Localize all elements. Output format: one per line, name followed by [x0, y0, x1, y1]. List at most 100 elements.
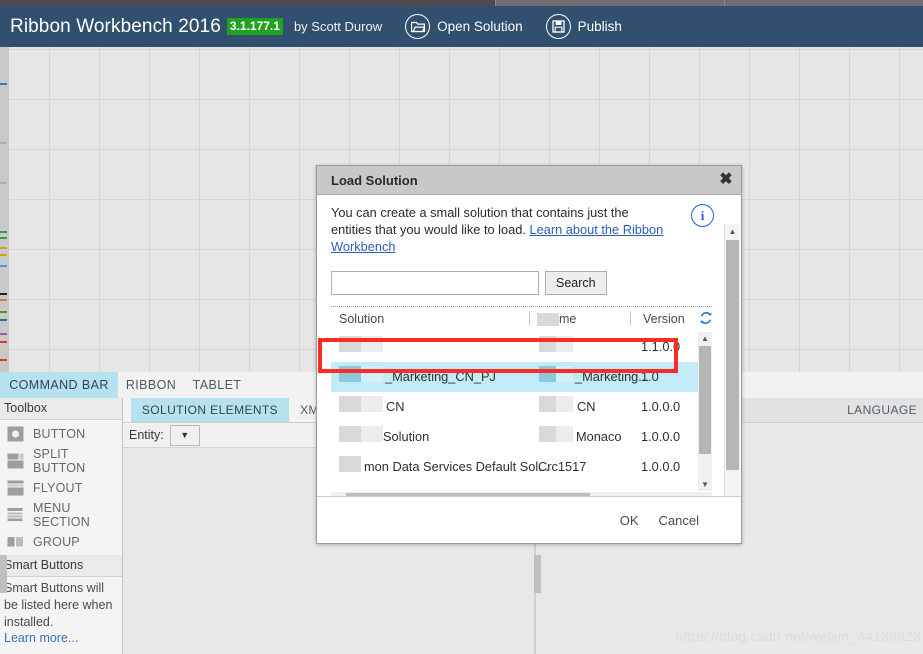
close-icon[interactable]: ✖	[715, 168, 737, 190]
dialog-body: You can create a small solution that con…	[317, 195, 741, 519]
cell-solution: _Marketing_CN_PJ	[385, 369, 496, 384]
cancel-button[interactable]: Cancel	[649, 509, 709, 532]
toolbox-item-button-label: BUTTON	[33, 426, 86, 441]
dialog-footer: OK Cancel	[317, 496, 741, 543]
table-row[interactable]: 1.1.0.0	[331, 332, 712, 362]
tab-command-bar[interactable]: COMMAND BAR	[0, 372, 118, 398]
cell-solution: Solution	[383, 429, 430, 444]
cell-version: 1.0.0.0	[641, 399, 681, 414]
column-header-solution[interactable]: Solution	[339, 312, 384, 326]
redaction-block	[556, 396, 573, 412]
watermark: https://blog.csdn.net/weixin_44136823	[675, 628, 921, 644]
tab-command-bar-label: COMMAND BAR	[9, 378, 109, 392]
toolbox-item-menu-section[interactable]: MENU SECTION	[0, 500, 122, 529]
open-solution-button[interactable]: Open Solution	[405, 14, 523, 39]
redaction-block	[361, 426, 383, 442]
entity-label: Entity:	[129, 428, 164, 442]
toolbox-item-group[interactable]: GROUP	[0, 528, 122, 555]
grid-header: Solution me Version	[331, 309, 727, 331]
redaction-block	[361, 396, 383, 412]
version-badge: 3.1.177.1	[226, 18, 283, 35]
search-button[interactable]: Search	[545, 271, 607, 295]
left-panel-splitter-handle[interactable]	[0, 555, 7, 593]
info-icon[interactable]: i	[691, 204, 714, 227]
dialog-title: Load Solution	[331, 172, 418, 188]
right-panel-splitter-handle[interactable]	[534, 555, 541, 593]
tab-solution-elements-label: SOLUTION ELEMENTS	[141, 403, 279, 417]
tab-ribbon[interactable]: RIBBON	[118, 372, 184, 398]
redaction-block	[339, 366, 361, 382]
group-shape-icon	[7, 534, 24, 550]
tab-tablet-label: TABLET	[192, 378, 242, 392]
redaction-block	[539, 336, 556, 352]
search-input[interactable]	[331, 271, 539, 295]
cell-solution: CN	[386, 399, 405, 414]
redaction-block	[539, 426, 556, 442]
flyout-shape-icon	[7, 480, 24, 496]
column-header-version[interactable]: Version	[643, 312, 685, 326]
table-row[interactable]: mon Data Services Default Sol... Crc1517…	[331, 452, 712, 482]
tab-solution-elements[interactable]: SOLUTION ELEMENTS	[131, 398, 289, 422]
menu-section-shape-icon	[7, 507, 24, 523]
dialog-vertical-scrollbar[interactable]: ▲ ▼	[724, 224, 740, 519]
dialog-scroll-up-icon[interactable]: ▲	[725, 224, 740, 239]
cell-name: Crc1517	[538, 459, 587, 474]
toolbox-item-flyout-label: FLYOUT	[33, 480, 83, 495]
open-solution-label: Open Solution	[437, 19, 523, 34]
chevron-down-icon: ▼	[180, 430, 190, 440]
cell-name: CN	[577, 399, 596, 414]
cell-solution: mon Data Services Default Sol...	[364, 459, 549, 474]
table-row[interactable]: _Marketing_CN_PJ _Marketing... 1.0	[331, 362, 712, 392]
redaction-block	[556, 426, 573, 442]
redaction-block	[556, 336, 573, 352]
scroll-up-icon[interactable]: ▲	[698, 332, 712, 345]
toolbox-item-group-label: GROUP	[33, 534, 80, 549]
toolbox-item-split-button[interactable]: SPLIT BUTTON	[0, 447, 122, 475]
column-header-name[interactable]: me	[559, 312, 576, 326]
cell-name: _Marketing...	[575, 369, 649, 384]
app-header: Ribbon Workbench 2016 3.1.177.1 by Scott…	[0, 6, 923, 47]
entity-dropdown[interactable]: ▼	[169, 424, 200, 446]
redaction-block	[361, 336, 383, 352]
open-folder-icon	[405, 14, 431, 39]
refresh-icon[interactable]	[699, 311, 713, 325]
table-row[interactable]: CN CN 1.0.0.0	[331, 392, 712, 422]
tab-tablet[interactable]: TABLET	[184, 372, 250, 398]
smart-buttons-caption: Smart Buttons	[0, 555, 122, 577]
redaction-block	[537, 313, 559, 326]
tab-language[interactable]: LANGUAGE	[841, 398, 923, 422]
smart-buttons-learn-more-link[interactable]: Learn more...	[0, 631, 122, 645]
dialog-description-line2: you would like to load.	[400, 222, 526, 237]
grid-scroll-thumb[interactable]	[699, 346, 711, 454]
cell-version: 1.0	[641, 369, 659, 384]
dialog-separator	[331, 306, 712, 307]
redaction-block	[556, 366, 573, 382]
grid-vertical-scrollbar[interactable]: ▲ ▼	[698, 332, 712, 491]
table-row[interactable]: Solution Monaco 1.0.0.0	[331, 422, 712, 452]
redaction-block	[339, 456, 361, 472]
dialog-description: You can create a small solution that con…	[331, 204, 671, 255]
publish-label: Publish	[577, 19, 622, 34]
tab-ribbon-label: RIBBON	[125, 378, 177, 392]
cell-version: 1.0.0.0	[641, 459, 681, 474]
publish-button[interactable]: Publish	[545, 14, 622, 39]
redaction-block	[339, 396, 361, 412]
search-row: Search	[331, 271, 727, 295]
scroll-down-icon[interactable]: ▼	[698, 478, 712, 491]
ok-button[interactable]: OK	[610, 509, 649, 532]
split-button-shape-icon	[7, 453, 24, 469]
dialog-scroll-thumb[interactable]	[726, 240, 739, 470]
redaction-block	[539, 396, 556, 412]
toolbox-item-menu-section-label: MENU SECTION	[33, 500, 90, 529]
redaction-block	[361, 366, 383, 382]
cell-name: Monaco	[576, 429, 622, 444]
solution-grid[interactable]: 1.1.0.0 _Marketing_CN_PJ _Marketing... 1…	[331, 332, 712, 491]
column-divider-1[interactable]	[529, 311, 530, 325]
cell-version: 1.0.0.0	[641, 429, 681, 444]
smart-buttons-text: Smart Buttons will be listed here when i…	[4, 581, 113, 629]
column-divider-2[interactable]	[630, 311, 631, 325]
toolbox-item-flyout[interactable]: FLYOUT	[0, 474, 122, 501]
code-minimap[interactable]	[0, 47, 9, 372]
toolbox-item-button[interactable]: BUTTON	[0, 420, 122, 447]
app-author: by Scott Durow	[293, 19, 383, 34]
